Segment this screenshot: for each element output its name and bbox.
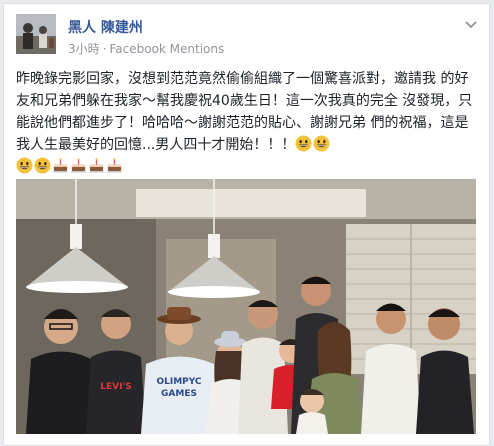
birthday-cake-emoji bbox=[106, 157, 123, 174]
chevron-down-icon[interactable] bbox=[463, 16, 479, 32]
post-timestamp[interactable]: 3小時 bbox=[68, 42, 100, 56]
author-avatar[interactable] bbox=[16, 14, 56, 54]
grinning-face-emoji bbox=[16, 157, 33, 174]
birthday-cake-emoji bbox=[70, 157, 87, 174]
birthday-cake-emoji bbox=[88, 157, 105, 174]
meta-separator: · bbox=[102, 42, 107, 56]
post-header: 黑人 陳建州 3小時 · Facebook Mentions bbox=[16, 14, 479, 58]
shirt-print-line-2: GAMES bbox=[161, 389, 197, 399]
post-photo[interactable]: LEVI'S OLIMPYC GAMES bbox=[16, 179, 476, 434]
post-meta: 3小時 · Facebook Mentions bbox=[68, 40, 224, 57]
post-source-link[interactable]: Facebook Mentions bbox=[109, 42, 224, 56]
facebook-post-card: 黑人 陳建州 3小時 · Facebook Mentions 昨晚錄完影回家，沒想到… bbox=[3, 3, 490, 446]
grinning-face-emoji bbox=[313, 135, 330, 152]
grinning-face-emoji bbox=[34, 157, 51, 174]
post-message: 昨晚錄完影回家，沒想到范范竟然偷偷組織了一個驚喜派對，邀請我 的好友和兄弟們躲在… bbox=[16, 68, 478, 178]
author-name[interactable]: 黑人 陳建州 bbox=[68, 17, 143, 37]
shirt-print-line-1: OLIMPYC bbox=[156, 377, 201, 387]
post-text-line-1: 昨晚錄完影回家，沒想到范范竟然偷偷組織了一個驚喜派對，邀請我 bbox=[16, 71, 436, 87]
shirt-logo-text: LEVI'S bbox=[100, 382, 131, 392]
birthday-cake-emoji bbox=[52, 157, 69, 174]
grinning-face-emoji bbox=[295, 135, 312, 152]
